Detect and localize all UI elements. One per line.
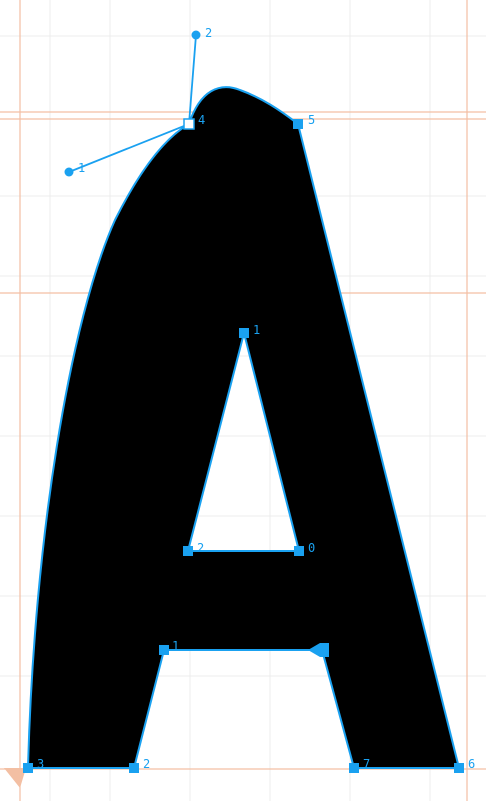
on-curve-node-foot-left-inner[interactable] [129,763,139,773]
on-curve-node-counter-left[interactable] [183,546,193,556]
off-curve-handle-left[interactable] [64,167,74,177]
point-label-corner-top-right: 5 [308,113,315,127]
origin-marker-icon [4,768,26,788]
point-label-foot-right-inner: 7 [363,757,370,771]
on-curve-node-foot-right-outer[interactable] [454,763,464,773]
on-curve-node-foot-left-outer[interactable] [23,763,33,773]
on-curve-node-top-right[interactable] [293,119,303,129]
point-label-bar-left: 1 [172,639,179,653]
point-label-foot-left-outer: 3 [37,757,44,771]
glyph-editor-canvas[interactable]: 2 1 4 5 1 2 0 1 3 2 7 6 [0,0,486,801]
on-curve-node-counter-top[interactable] [239,328,249,338]
glyph-outline[interactable] [26,86,461,769]
point-label-foot-left-inner: 2 [143,757,150,771]
point-label-foot-right-outer: 6 [468,757,475,771]
on-curve-node-bar-left[interactable] [159,645,169,655]
point-label-corner-top: 4 [198,113,205,127]
on-curve-node-top-selected[interactable] [183,118,195,130]
point-label-handle-top: 2 [205,26,212,40]
point-label-counter-left: 2 [197,541,204,555]
on-curve-node-foot-right-inner[interactable] [349,763,359,773]
off-curve-handle-top[interactable] [191,30,201,40]
point-label-counter-right: 0 [308,541,315,555]
on-curve-node-counter-right[interactable] [294,546,304,556]
point-label-handle-left: 1 [78,161,85,175]
point-label-counter-top: 1 [253,323,260,337]
